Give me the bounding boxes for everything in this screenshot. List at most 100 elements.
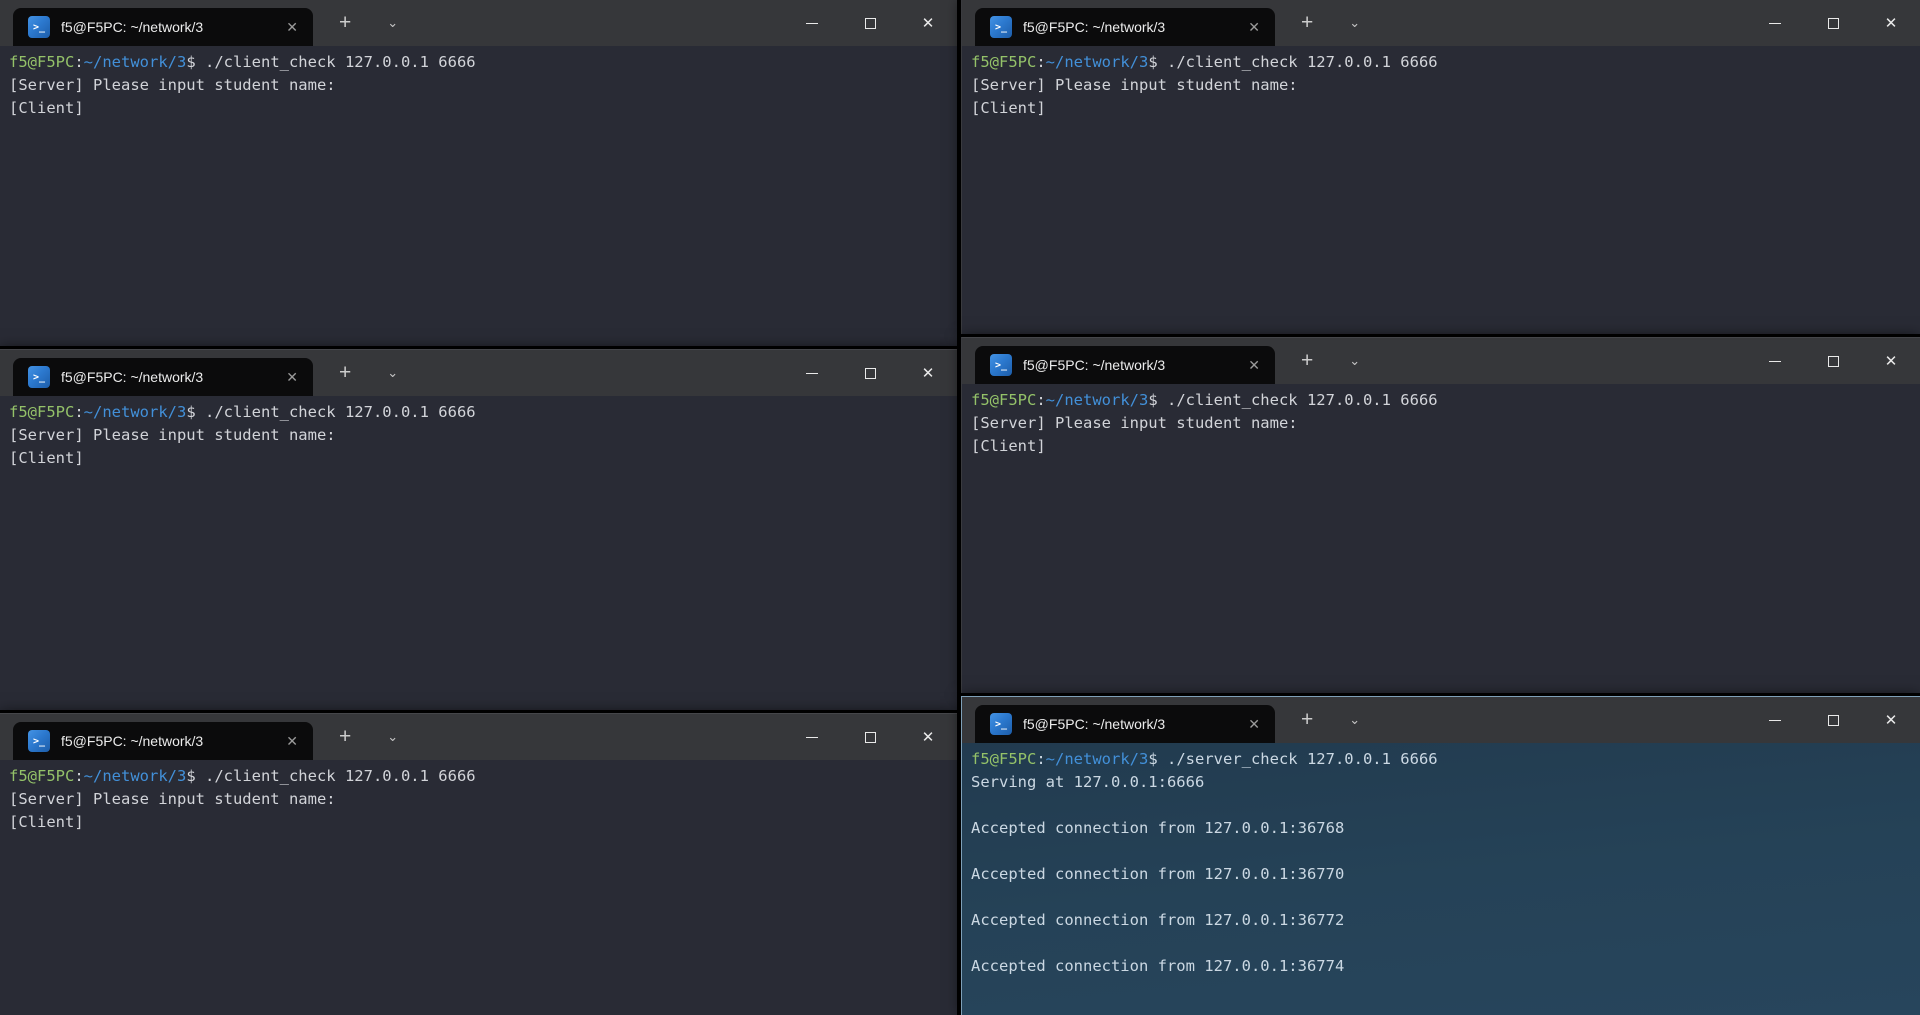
terminal-icon: >_ xyxy=(28,366,50,388)
terminal-icon: >_ xyxy=(990,713,1012,735)
tab-shell-session[interactable]: >_ f5@F5PC: ~/network/3 ✕ xyxy=(975,8,1275,46)
terminal-line: f5@F5PC:~/network/3$ ./client_check 127.… xyxy=(9,401,953,424)
titlebar[interactable]: >_ f5@F5PC: ~/network/3 ✕ + ⌄ ✕ xyxy=(0,714,957,760)
terminal-line: f5@F5PC:~/network/3$ ./server_check 127.… xyxy=(971,748,1916,771)
tab-title: f5@F5PC: ~/network/3 xyxy=(61,733,270,749)
new-tab-button[interactable]: + xyxy=(333,714,357,760)
maximize-button[interactable] xyxy=(841,0,899,46)
minimize-button[interactable] xyxy=(1746,697,1804,743)
tab-dropdown-icon[interactable]: ⌄ xyxy=(1343,15,1366,31)
new-tab-button[interactable]: + xyxy=(1295,338,1319,384)
tab-close-icon[interactable]: ✕ xyxy=(1243,17,1265,38)
close-button[interactable]: ✕ xyxy=(1862,338,1920,384)
maximize-button[interactable] xyxy=(1804,697,1862,743)
minimize-button[interactable] xyxy=(783,0,841,46)
terminal-line: [Server] Please input student name: xyxy=(971,412,1916,435)
terminal-viewport[interactable]: f5@F5PC:~/network/3$ ./client_check 127.… xyxy=(0,760,957,834)
terminal-line: [Server] Please input student name: xyxy=(9,424,953,447)
titlebar[interactable]: >_ f5@F5PC: ~/network/3 ✕ + ⌄ ✕ xyxy=(0,350,957,396)
terminal-line: [Client] xyxy=(971,435,1916,458)
tab-title: f5@F5PC: ~/network/3 xyxy=(61,19,270,35)
tab-title: f5@F5PC: ~/network/3 xyxy=(1023,357,1232,373)
terminal-window-client-5[interactable]: >_ f5@F5PC: ~/network/3 ✕ + ⌄ ✕ f5@F5PC:… xyxy=(0,713,957,1015)
close-button[interactable]: ✕ xyxy=(1862,697,1920,743)
maximize-icon xyxy=(1828,356,1839,367)
terminal-viewport[interactable]: f5@F5PC:~/network/3$ ./server_check 127.… xyxy=(962,743,1920,978)
terminal-line: Accepted connection from 127.0.0.1:36770 xyxy=(971,863,1916,886)
tab-close-icon[interactable]: ✕ xyxy=(1243,714,1265,735)
new-tab-button[interactable]: + xyxy=(1295,0,1319,46)
terminal-line: Accepted connection from 127.0.0.1:36774 xyxy=(971,955,1916,978)
terminal-window-server[interactable]: >_ f5@F5PC: ~/network/3 ✕ + ⌄ ✕ f5@F5PC:… xyxy=(961,696,1920,1015)
titlebar[interactable]: >_ f5@F5PC: ~/network/3 ✕ + ⌄ ✕ xyxy=(0,0,957,46)
titlebar[interactable]: >_ f5@F5PC: ~/network/3 ✕ + ⌄ ✕ xyxy=(962,338,1920,384)
titlebar[interactable]: >_ f5@F5PC: ~/network/3 ✕ + ⌄ ✕ xyxy=(962,0,1920,46)
terminal-icon: >_ xyxy=(990,354,1012,376)
maximize-button[interactable] xyxy=(841,350,899,396)
minimize-icon xyxy=(806,23,818,24)
terminal-line: [Client] xyxy=(9,97,953,120)
tab-close-icon[interactable]: ✕ xyxy=(281,17,303,38)
tab-close-icon[interactable]: ✕ xyxy=(281,367,303,388)
close-button[interactable]: ✕ xyxy=(899,350,957,396)
maximize-button[interactable] xyxy=(1804,338,1862,384)
minimize-button[interactable] xyxy=(783,714,841,760)
terminal-viewport[interactable]: f5@F5PC:~/network/3$ ./client_check 127.… xyxy=(0,46,957,120)
tab-title: f5@F5PC: ~/network/3 xyxy=(1023,19,1232,35)
terminal-line xyxy=(971,794,1916,817)
tab-shell-session[interactable]: >_ f5@F5PC: ~/network/3 ✕ xyxy=(975,346,1275,384)
terminal-viewport[interactable]: f5@F5PC:~/network/3$ ./client_check 127.… xyxy=(962,384,1920,458)
terminal-window-client-3[interactable]: >_ f5@F5PC: ~/network/3 ✕ + ⌄ ✕ f5@F5PC:… xyxy=(0,349,957,710)
terminal-line: [Client] xyxy=(9,447,953,470)
tab-shell-session[interactable]: >_ f5@F5PC: ~/network/3 ✕ xyxy=(13,358,313,396)
maximize-button[interactable] xyxy=(841,714,899,760)
tab-shell-session[interactable]: >_ f5@F5PC: ~/network/3 ✕ xyxy=(975,705,1275,743)
tab-dropdown-icon[interactable]: ⌄ xyxy=(1343,712,1366,728)
tab-shell-session[interactable]: >_ f5@F5PC: ~/network/3 ✕ xyxy=(13,722,313,760)
terminal-viewport[interactable]: f5@F5PC:~/network/3$ ./client_check 127.… xyxy=(962,46,1920,120)
terminal-line: [Client] xyxy=(971,97,1916,120)
tab-dropdown-icon[interactable]: ⌄ xyxy=(381,365,404,381)
terminal-window-client-2[interactable]: >_ f5@F5PC: ~/network/3 ✕ + ⌄ ✕ f5@F5PC:… xyxy=(961,0,1920,334)
close-button[interactable]: ✕ xyxy=(899,714,957,760)
terminal-window-client-4[interactable]: >_ f5@F5PC: ~/network/3 ✕ + ⌄ ✕ f5@F5PC:… xyxy=(961,337,1920,693)
new-tab-button[interactable]: + xyxy=(333,350,357,396)
tab-close-icon[interactable]: ✕ xyxy=(281,731,303,752)
terminal-icon: >_ xyxy=(28,730,50,752)
terminal-window-client-1[interactable]: >_ f5@F5PC: ~/network/3 ✕ + ⌄ ✕ f5@F5PC:… xyxy=(0,0,957,346)
maximize-icon xyxy=(1828,18,1839,29)
tab-shell-session[interactable]: >_ f5@F5PC: ~/network/3 ✕ xyxy=(13,8,313,46)
terminal-line: [Server] Please input student name: xyxy=(9,74,953,97)
minimize-icon xyxy=(1769,361,1781,362)
terminal-line: f5@F5PC:~/network/3$ ./client_check 127.… xyxy=(9,51,953,74)
close-button[interactable]: ✕ xyxy=(1862,0,1920,46)
terminal-line: Accepted connection from 127.0.0.1:36772 xyxy=(971,909,1916,932)
new-tab-button[interactable]: + xyxy=(1295,697,1319,743)
new-tab-button[interactable]: + xyxy=(333,0,357,46)
minimize-icon xyxy=(806,373,818,374)
titlebar[interactable]: >_ f5@F5PC: ~/network/3 ✕ + ⌄ ✕ xyxy=(962,697,1920,743)
minimize-button[interactable] xyxy=(1746,0,1804,46)
maximize-icon xyxy=(865,18,876,29)
maximize-icon xyxy=(1828,715,1839,726)
tab-title: f5@F5PC: ~/network/3 xyxy=(61,369,270,385)
minimize-icon xyxy=(1769,23,1781,24)
terminal-line xyxy=(971,840,1916,863)
minimize-button[interactable] xyxy=(783,350,841,396)
minimize-button[interactable] xyxy=(1746,338,1804,384)
close-button[interactable]: ✕ xyxy=(899,0,957,46)
terminal-viewport[interactable]: f5@F5PC:~/network/3$ ./client_check 127.… xyxy=(0,396,957,470)
tab-dropdown-icon[interactable]: ⌄ xyxy=(381,15,404,31)
tab-dropdown-icon[interactable]: ⌄ xyxy=(1343,353,1366,369)
terminal-line: f5@F5PC:~/network/3$ ./client_check 127.… xyxy=(971,51,1916,74)
terminal-line: Serving at 127.0.0.1:6666 xyxy=(971,771,1916,794)
tab-close-icon[interactable]: ✕ xyxy=(1243,355,1265,376)
terminal-line: f5@F5PC:~/network/3$ ./client_check 127.… xyxy=(9,765,953,788)
terminal-line xyxy=(971,932,1916,955)
terminal-line xyxy=(971,886,1916,909)
terminal-line: [Server] Please input student name: xyxy=(971,74,1916,97)
tab-dropdown-icon[interactable]: ⌄ xyxy=(381,729,404,745)
terminal-line: [Server] Please input student name: xyxy=(9,788,953,811)
maximize-button[interactable] xyxy=(1804,0,1862,46)
maximize-icon xyxy=(865,732,876,743)
